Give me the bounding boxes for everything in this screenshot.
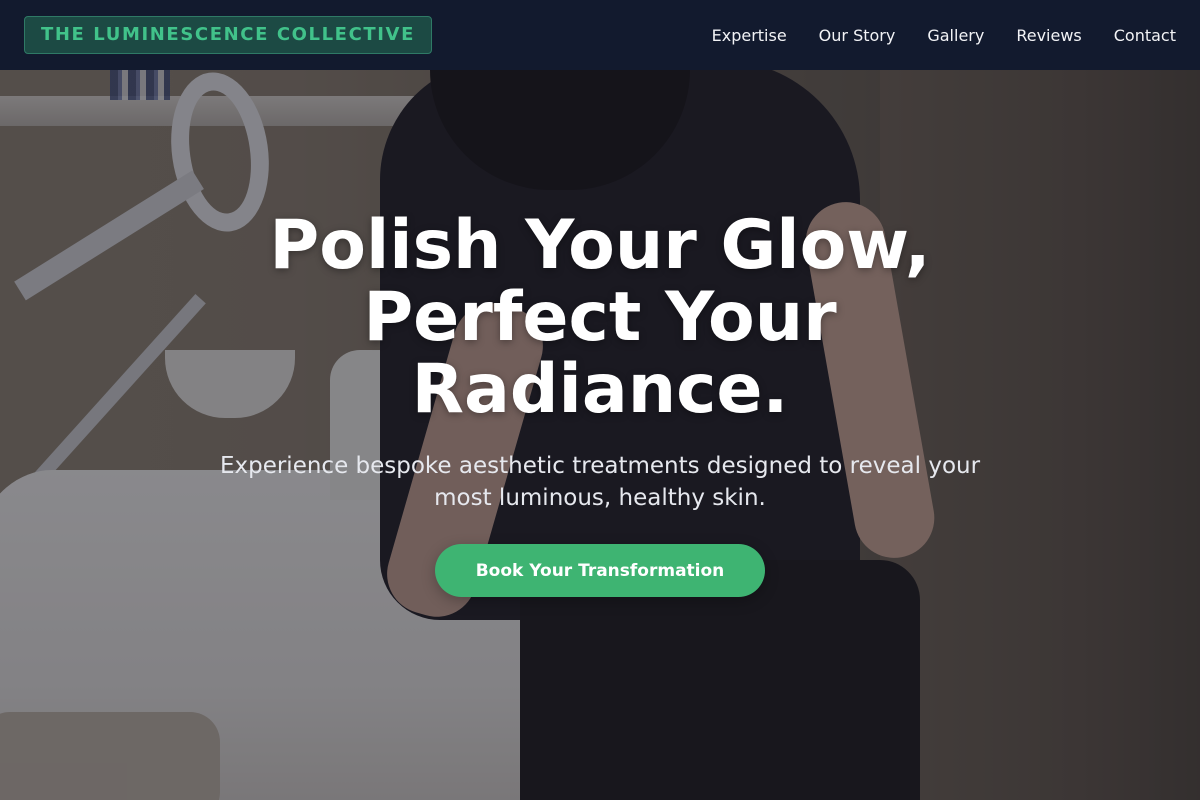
brand-logo[interactable]: THE LUMINESCENCE COLLECTIVE bbox=[24, 16, 432, 54]
nav-link-contact[interactable]: Contact bbox=[1114, 26, 1176, 45]
nav-link-gallery[interactable]: Gallery bbox=[927, 26, 984, 45]
nav-link-our-story[interactable]: Our Story bbox=[819, 26, 896, 45]
hero-subtitle: Experience bespoke aesthetic treatments … bbox=[219, 453, 981, 511]
nav-link-reviews[interactable]: Reviews bbox=[1016, 26, 1081, 45]
hero-section: Polish Your Glow, Perfect Your Radiance.… bbox=[0, 210, 1200, 597]
hero-title: Polish Your Glow, Perfect Your Radiance. bbox=[269, 206, 931, 429]
top-navbar: THE LUMINESCENCE COLLECTIVE Expertise Ou… bbox=[0, 0, 1200, 70]
nav-link-expertise[interactable]: Expertise bbox=[712, 26, 787, 45]
nav-links: Expertise Our Story Gallery Reviews Cont… bbox=[712, 26, 1176, 45]
book-transformation-button[interactable]: Book Your Transformation bbox=[434, 544, 766, 597]
